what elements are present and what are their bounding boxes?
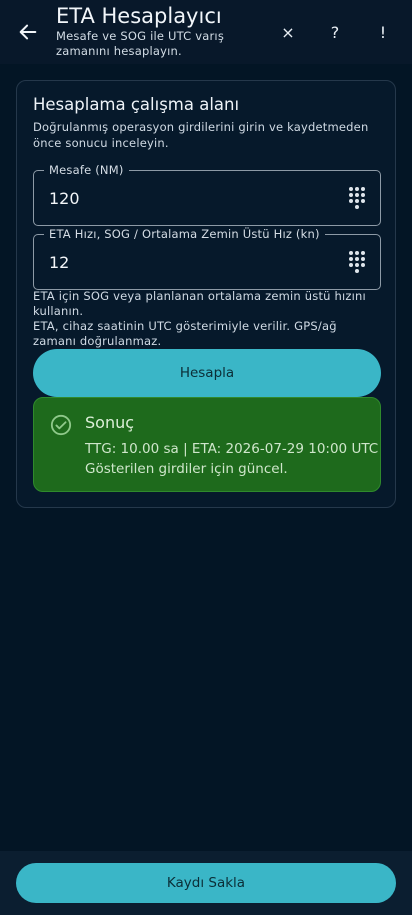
dialpad-icon[interactable] [348,186,366,210]
result-panel: Sonuç TTG: 10.00 sa | ETA: 2026-07-29 10… [33,397,381,492]
distance-label: Mesafe (NM) [44,163,129,177]
help-button[interactable]: ? [323,20,347,44]
helper-text: ETA için SOG veya planlanan ortalama zem… [33,289,383,349]
arrow-left-icon [19,24,37,40]
distance-field[interactable]: Mesafe (NM) [33,163,381,226]
close-button[interactable]: × [276,20,300,44]
save-record-button[interactable]: Kaydı Sakla [16,863,396,903]
close-icon: × [281,22,295,42]
calculate-button[interactable]: Hesapla [33,349,381,397]
info-icon: ! [379,22,387,42]
distance-input[interactable] [49,185,319,211]
result-status: Gösterilen girdiler için güncel. [85,461,288,477]
page-title: ETA Hesaplayıcı [56,4,222,28]
helper-line-utc: ETA, cihaz saatinin UTC gösterimiyle ver… [33,319,337,348]
check-circle-icon [50,414,72,436]
app-bar: ETA Hesaplayıcı Mesafe ve SOG ile UTC va… [0,0,412,64]
result-eta: TTG: 10.00 sa | ETA: 2026-07-29 10:00 UT… [85,441,379,457]
back-button[interactable] [14,18,42,46]
help-icon: ? [330,22,340,42]
workspace-title: Hesaplama çalışma alanı [33,95,240,114]
workspace-description: Doğrulanmış operasyon girdilerini girin … [33,120,369,150]
speed-input[interactable] [49,249,319,275]
speed-field[interactable]: ETA Hızı, SOG / Ortalama Zemin Üstü Hız … [33,227,381,290]
info-button[interactable]: ! [371,20,395,44]
result-title: Sonuç [85,413,135,432]
helper-line-sog: ETA için SOG veya planlanan ortalama zem… [33,289,366,318]
speed-label: ETA Hızı, SOG / Ortalama Zemin Üstü Hız … [44,227,325,241]
dialpad-icon[interactable] [348,250,366,274]
bottom-bar: Kaydı Sakla [0,851,412,915]
workspace-card: Hesaplama çalışma alanı Doğrulanmış oper… [16,80,396,508]
page-subtitle: Mesafe ve SOG ile UTC varış zamanını hes… [56,29,225,58]
